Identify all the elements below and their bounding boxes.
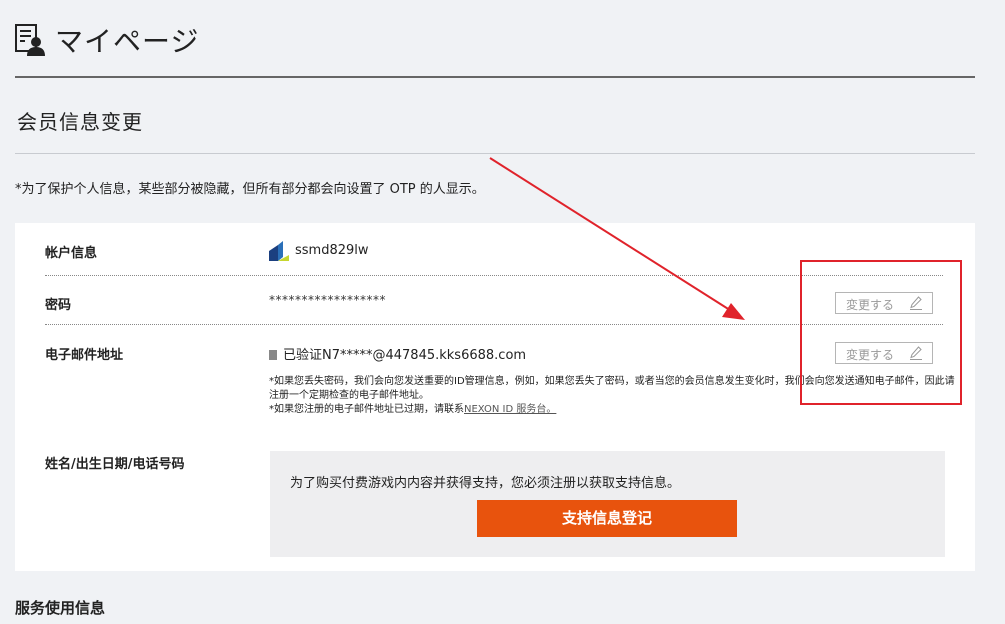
nexon-help-desk-link[interactable]: NEXON ID 服务台。	[464, 404, 556, 415]
password-label: 密码	[45, 298, 72, 313]
email-label: 电子邮件地址	[45, 348, 124, 363]
email-note-2: *如果您注册的电子邮件地址已过期，请联系NEXON ID 服务台。	[269, 403, 959, 417]
support-info-text: 为了购买付费游戏内内容并获得支持，您必须注册以获取支持信息。	[290, 476, 681, 491]
support-register-button[interactable]: 支持信息登记	[477, 500, 737, 537]
section-divider	[15, 153, 975, 154]
password-value: ******************	[269, 293, 386, 307]
personal-info-label: 姓名/出生日期/电话号码	[45, 457, 185, 472]
privacy-note: *为了保护个人信息，某些部分被隐藏，但所有部分都会向设置了 OTP 的人显示。	[15, 182, 485, 197]
email-note-2-text: *如果您注册的电子邮件地址已过期，请联系	[269, 404, 464, 415]
email-value-row: 已验证N7*****@447845.kks6688.com	[269, 344, 526, 363]
service-usage-title: 服务使用信息	[15, 599, 106, 617]
support-info-box: 为了购买付费游戏内内容并获得支持，您必须注册以获取支持信息。 支持信息登记	[270, 451, 945, 557]
page-title: マイページ	[55, 25, 200, 58]
section-title: 会员信息变更	[17, 110, 143, 134]
profile-document-icon	[15, 24, 45, 56]
email-value: 已验证N7*****@447845.kks6688.com	[283, 348, 527, 363]
account-label: 帐户信息	[45, 246, 98, 261]
verified-square-icon	[269, 350, 277, 360]
account-id: ssmd829lw	[295, 243, 369, 258]
highlight-box	[800, 260, 962, 405]
page-header: マイページ	[15, 18, 975, 78]
nexon-logo-icon	[269, 241, 289, 261]
